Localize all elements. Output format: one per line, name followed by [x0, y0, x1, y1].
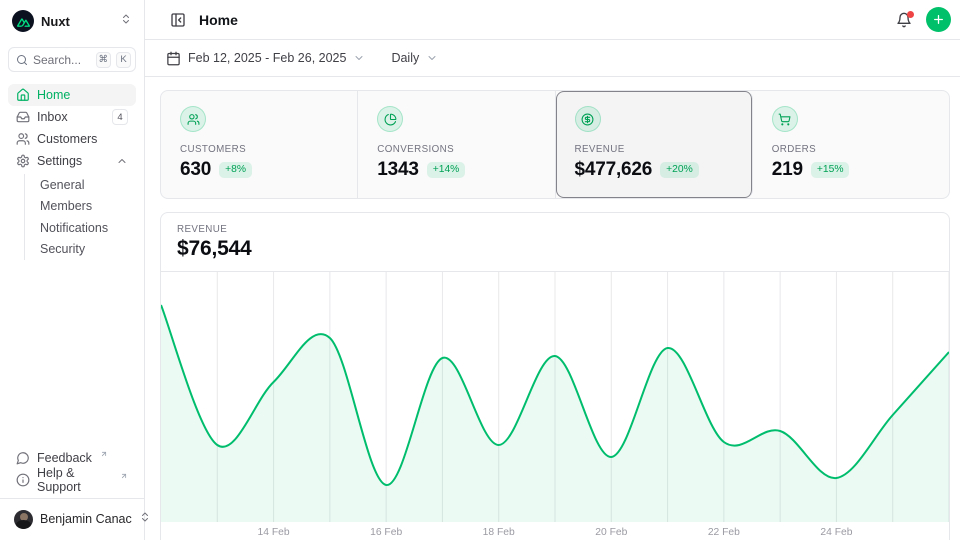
gear-icon — [16, 154, 30, 168]
user-menu[interactable]: Benjamin Canac — [8, 506, 136, 532]
x-axis-label: 24 Feb — [820, 527, 852, 538]
notifications-button[interactable] — [892, 8, 916, 32]
sidebar-item-settings[interactable]: Settings — [8, 150, 136, 172]
sidebar-item-home[interactable]: Home — [8, 84, 136, 106]
chart-total-value: $76,544 — [177, 237, 933, 261]
chevron-down-icon — [353, 52, 365, 64]
users-icon — [180, 106, 206, 132]
subnav-label: Security — [40, 242, 85, 256]
info-circle-icon — [16, 473, 30, 487]
nuxt-logo-icon — [12, 10, 34, 32]
kbd-meta: ⌘ — [96, 52, 112, 68]
collapse-sidebar-button[interactable] — [166, 8, 190, 32]
chevron-up-icon — [116, 155, 128, 167]
external-link-icon — [100, 447, 108, 461]
plus-icon — [932, 13, 945, 26]
delta-badge: +15% — [811, 162, 850, 177]
main-area: Home Feb 12, — [145, 0, 960, 540]
sidebar-item-general[interactable]: General — [36, 174, 136, 196]
revenue-chart-card: REVENUE $76,544 14 Feb 16 Feb 18 Feb 20 Feb… — [160, 212, 950, 540]
message-circle-icon — [16, 451, 30, 465]
avatar — [14, 510, 33, 529]
x-axis-label: 18 Feb — [483, 527, 515, 538]
sidebar-item-label: Settings — [37, 154, 82, 168]
stat-value: $477,626 — [575, 159, 653, 181]
sidebar-item-notifications[interactable]: Notifications — [36, 217, 136, 239]
sidebar-item-label: Home — [37, 88, 70, 102]
date-range-picker[interactable]: Feb 12, 2025 - Feb 26, 2025 — [166, 51, 365, 66]
sidebar-item-members[interactable]: Members — [36, 196, 136, 218]
date-range-value: Feb 12, 2025 - Feb 26, 2025 — [188, 51, 346, 65]
sidebar-item-customers[interactable]: Customers — [8, 128, 136, 150]
period-select[interactable]: Daily — [391, 51, 438, 65]
stat-label: ORDERS — [772, 144, 930, 155]
divider — [0, 498, 144, 499]
top-bar: Home — [145, 0, 960, 40]
subnav-label: Notifications — [40, 221, 108, 235]
stat-card-orders[interactable]: ORDERS 219 +15% — [753, 91, 949, 198]
inbox-count-badge: 4 — [112, 109, 128, 125]
shopping-cart-icon — [772, 106, 798, 132]
stat-value: 630 — [180, 159, 211, 181]
external-link-icon — [120, 469, 128, 483]
stat-card-conversions[interactable]: CONVERSIONS 1343 +14% — [358, 91, 555, 198]
calendar-icon — [166, 51, 181, 66]
subnav-label: Members — [40, 199, 92, 213]
chevrons-up-down-icon — [120, 12, 132, 30]
users-icon — [16, 132, 30, 146]
sidebar-item-label: Feedback — [37, 451, 92, 465]
stat-label: CUSTOMERS — [180, 144, 338, 155]
settings-subnav: General Members Notifications Security — [24, 174, 136, 260]
sidebar-item-label: Inbox — [37, 110, 68, 124]
x-axis-label: 16 Feb — [370, 527, 402, 538]
bell-icon — [896, 12, 912, 28]
delta-badge: +8% — [219, 162, 252, 177]
subnav-label: General — [40, 178, 84, 192]
search-input[interactable]: Search... ⌘ K — [8, 47, 136, 72]
chart-header: REVENUE $76,544 — [161, 213, 949, 272]
chevron-down-icon — [426, 52, 438, 64]
x-axis-label: 22 Feb — [708, 527, 740, 538]
stat-label: REVENUE — [575, 144, 733, 155]
revenue-area-chart — [161, 272, 949, 522]
home-icon — [16, 88, 30, 102]
search-icon — [16, 54, 28, 66]
stats-panel: CUSTOMERS 630 +8% CONVERSIONS 1343 +14% — [160, 90, 950, 199]
sidebar-item-security[interactable]: Security — [36, 239, 136, 261]
search-placeholder: Search... — [33, 53, 91, 67]
period-value: Daily — [391, 51, 419, 65]
add-button[interactable] — [926, 7, 951, 32]
app-window: Nuxt Search... ⌘ K Home — [0, 0, 960, 540]
notification-dot — [907, 11, 914, 18]
kbd-k: K — [116, 52, 131, 68]
chart-label: REVENUE — [177, 224, 933, 235]
delta-badge: +20% — [660, 162, 699, 177]
page-title: Home — [199, 12, 238, 28]
stat-value: 1343 — [377, 159, 418, 181]
stat-card-customers[interactable]: CUSTOMERS 630 +8% — [161, 91, 358, 198]
stat-card-revenue[interactable]: REVENUE $477,626 +20% — [556, 91, 753, 198]
brand-name: Nuxt — [41, 14, 113, 29]
dollar-circle-icon — [575, 106, 601, 132]
sidebar: Nuxt Search... ⌘ K Home — [0, 0, 145, 540]
filter-toolbar: Feb 12, 2025 - Feb 26, 2025 Daily — [145, 40, 960, 77]
x-axis-label: 14 Feb — [258, 527, 290, 538]
sidebar-item-label: Help & Support — [37, 466, 112, 494]
inbox-icon — [16, 110, 30, 124]
page-content: CUSTOMERS 630 +8% CONVERSIONS 1343 +14% — [145, 77, 960, 540]
pie-chart-icon — [377, 106, 403, 132]
sidebar-nav: Home Inbox 4 Customers Settings — [8, 84, 136, 260]
sidebar-item-label: Customers — [37, 132, 97, 146]
panel-left-close-icon — [170, 12, 186, 28]
team-switcher[interactable]: Nuxt — [8, 8, 136, 34]
x-axis-label: 20 Feb — [595, 527, 627, 538]
delta-badge: +14% — [427, 162, 466, 177]
sidebar-item-inbox[interactable]: Inbox 4 — [8, 106, 136, 128]
stat-label: CONVERSIONS — [377, 144, 535, 155]
x-axis: 14 Feb 16 Feb 18 Feb 20 Feb 22 Feb 24 Feb — [161, 522, 949, 540]
sidebar-item-help-support[interactable]: Help & Support — [8, 469, 136, 491]
chart-svg — [161, 272, 949, 522]
stat-value: 219 — [772, 159, 803, 181]
user-name: Benjamin Canac — [40, 512, 132, 526]
